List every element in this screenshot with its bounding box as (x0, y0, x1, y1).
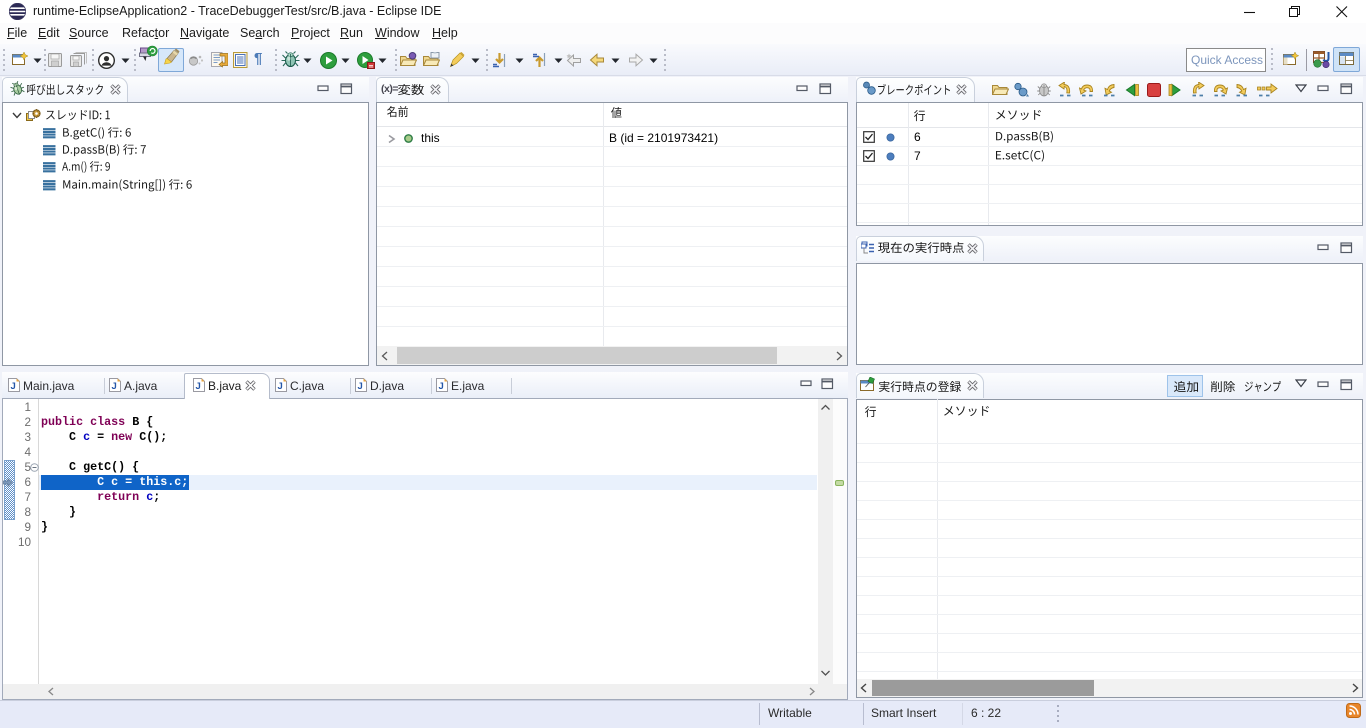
svg-text:J: J (112, 381, 117, 392)
svg-text:J: J (196, 381, 201, 392)
svg-text:J: J (278, 381, 283, 392)
svg-text:J: J (439, 381, 444, 392)
svg-text:J: J (358, 381, 363, 392)
svg-text:J: J (11, 381, 16, 392)
